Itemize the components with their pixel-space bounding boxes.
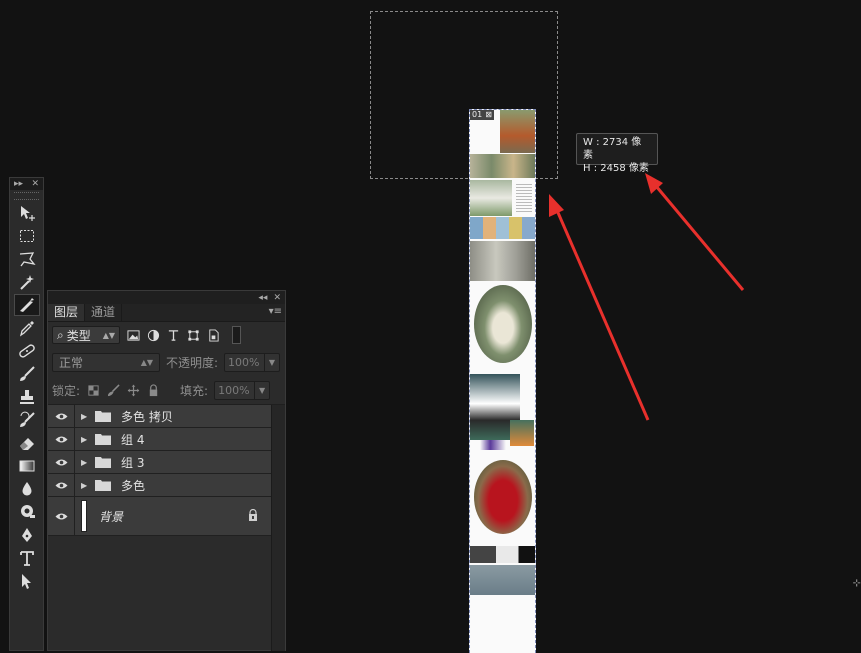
annotation-arrows [549,173,745,421]
annotation-arrow [645,173,745,291]
cursor-crosshair: ⊹ [852,578,861,589]
annotation-arrow [549,194,650,421]
